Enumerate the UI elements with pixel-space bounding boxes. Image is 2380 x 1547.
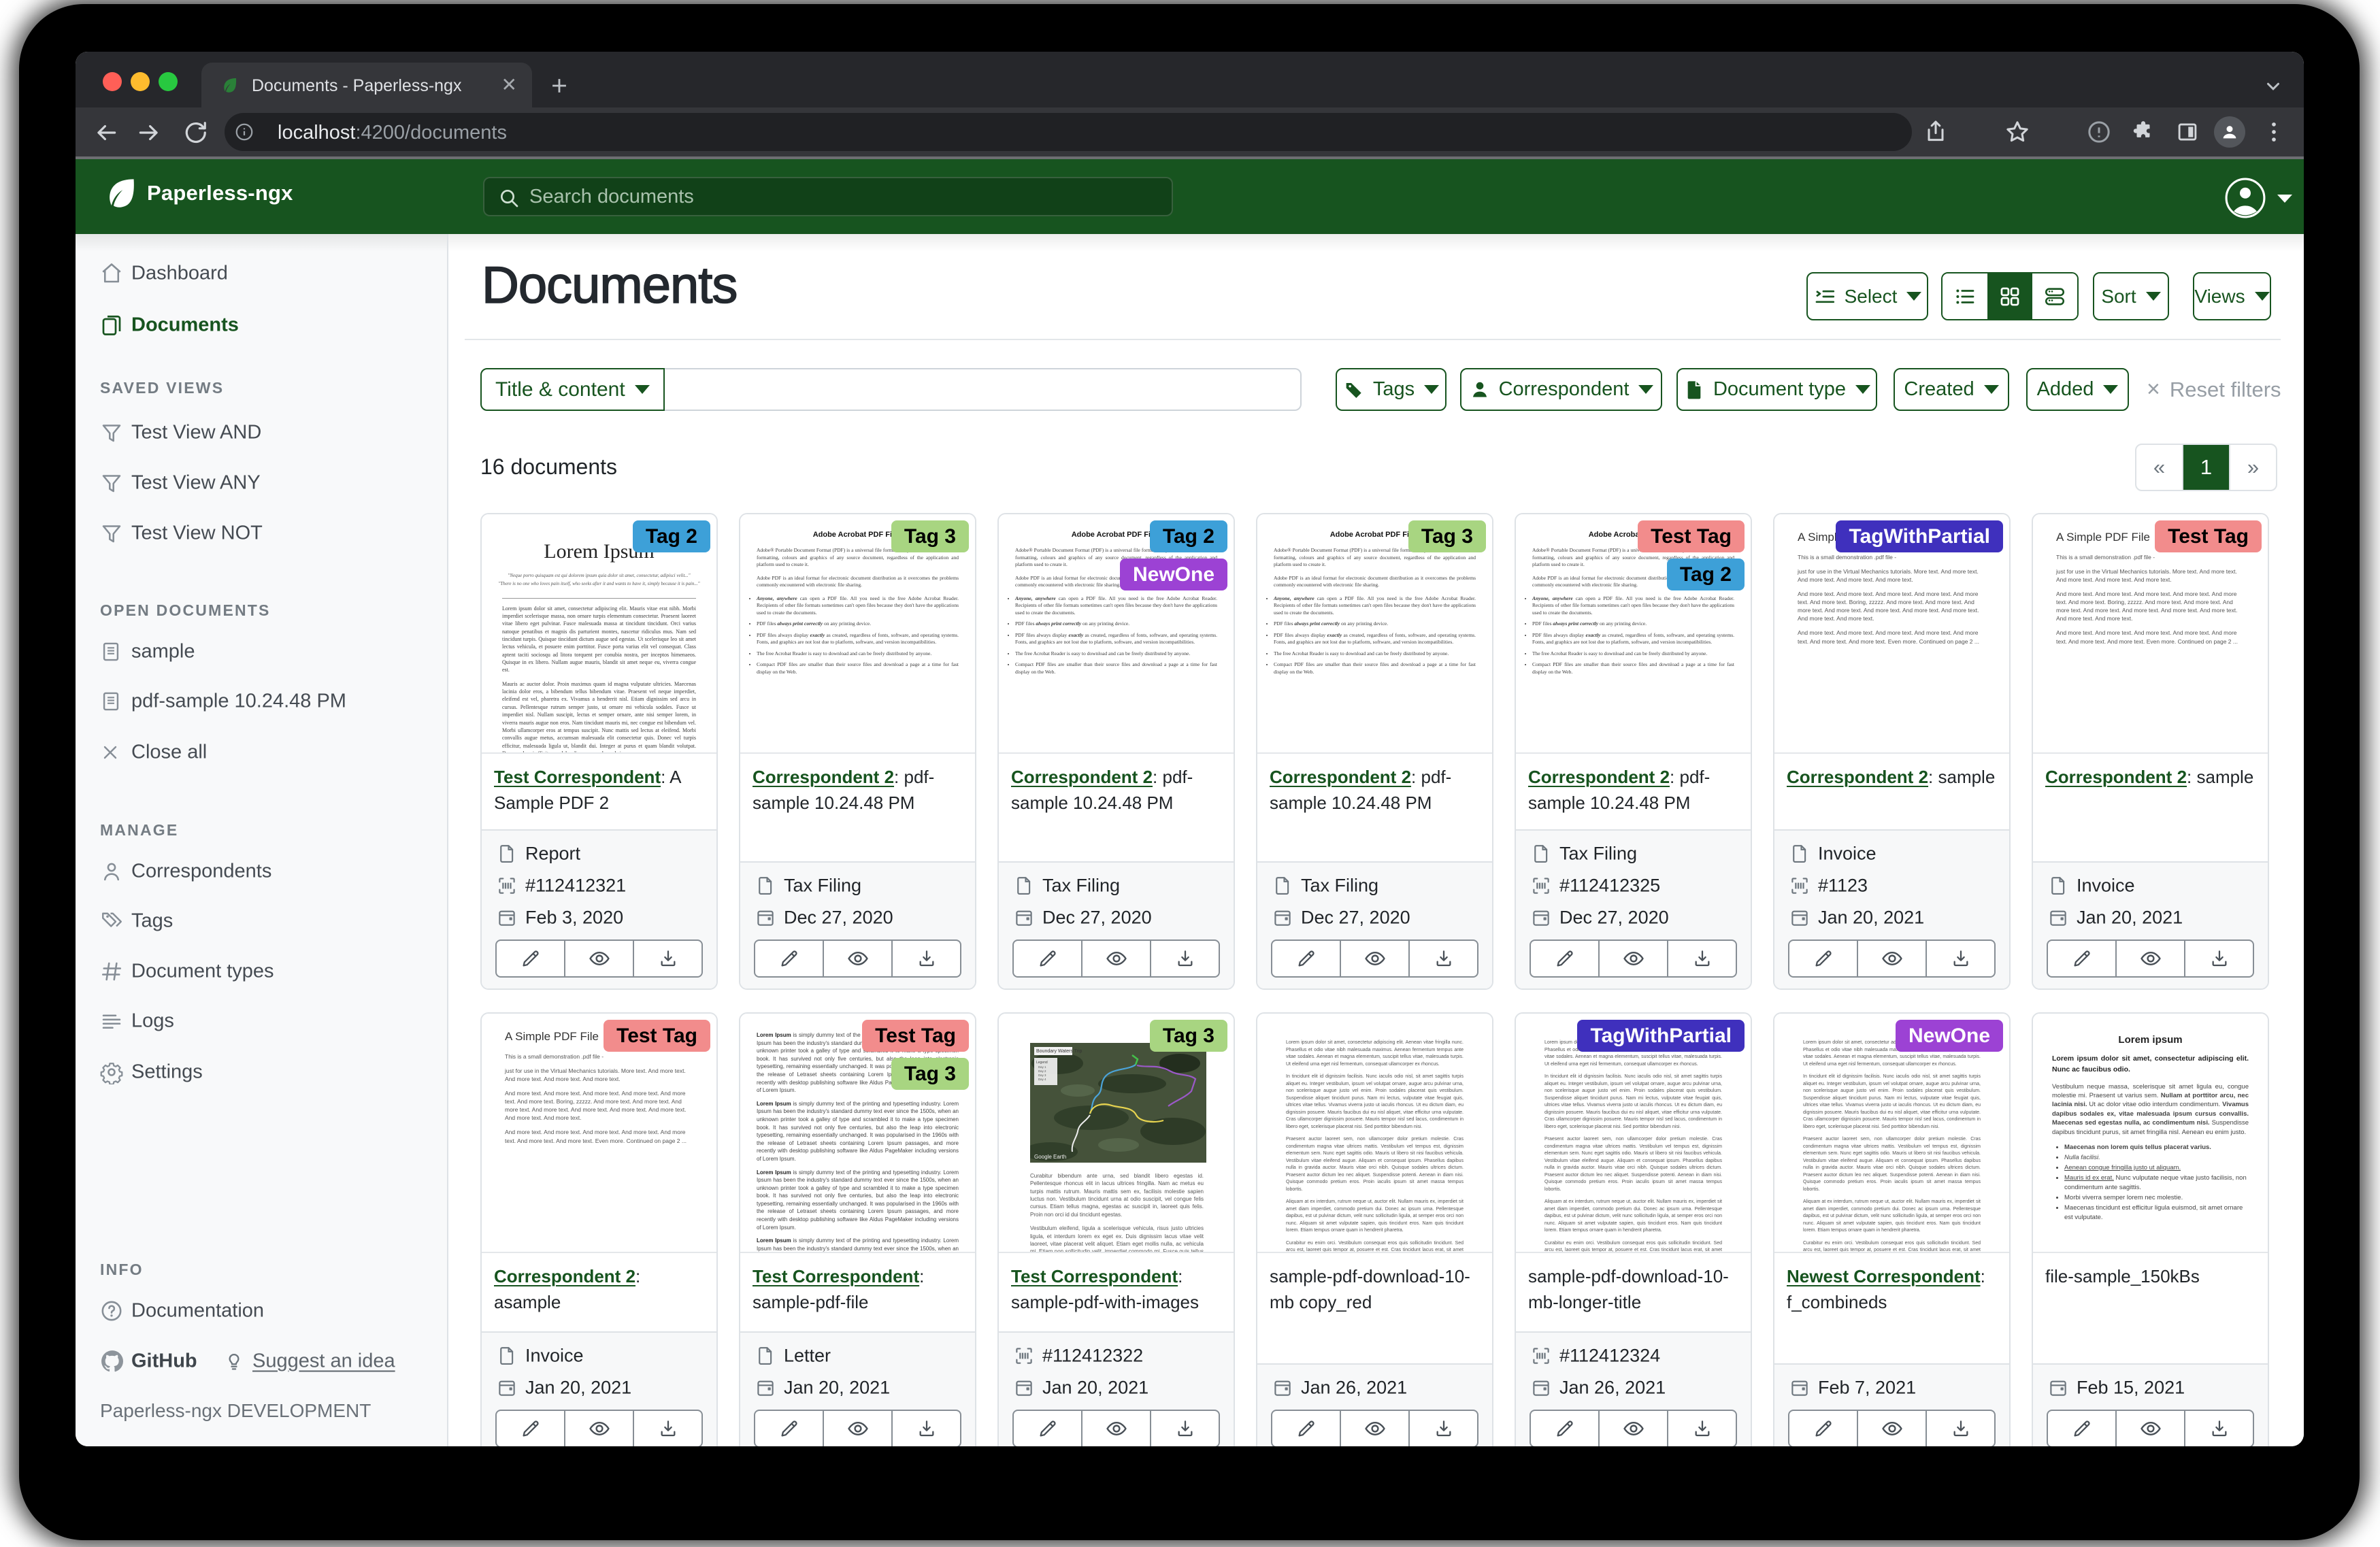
svg-text:Day 1: Day 1 <box>1038 1065 1046 1069</box>
svg-text:Google Earth: Google Earth <box>1034 1154 1066 1160</box>
svg-text:Day 2: Day 2 <box>1038 1069 1046 1073</box>
svg-text:Day 3: Day 3 <box>1038 1074 1046 1077</box>
svg-text:Day 4: Day 4 <box>1038 1078 1046 1081</box>
svg-text:Legend: Legend <box>1036 1061 1048 1065</box>
svg-text:Boundary Waters Trip: Boundary Waters Trip <box>1036 1049 1082 1054</box>
